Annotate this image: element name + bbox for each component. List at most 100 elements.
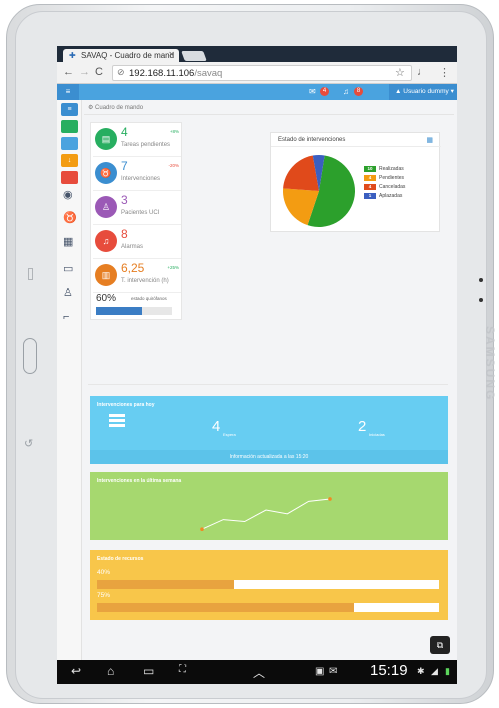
dashboard-icon[interactable]: ◉	[63, 188, 73, 201]
url-host: 192.168.11.106	[129, 68, 195, 79]
stat-delta: +8%	[169, 129, 179, 134]
new-tab-button[interactable]	[181, 51, 207, 61]
espera-count: 4	[212, 418, 221, 435]
sensor-dot	[479, 278, 483, 282]
legend-label: Realizadas	[379, 166, 404, 172]
stat-label: Intervenciones	[121, 176, 161, 182]
data-point[interactable]	[328, 497, 332, 501]
user-doctor-icon[interactable]: ♙	[63, 286, 73, 299]
legend-count: 4	[364, 175, 376, 181]
pie-slice[interactable]	[283, 155, 319, 191]
messages-badge: 4	[320, 87, 329, 96]
stat-value: 8	[121, 227, 128, 241]
legend-count: 10	[364, 166, 376, 172]
stat-tareas[interactable]: ▤ 4 Tareas pendientes +8%	[91, 123, 183, 157]
main-content: ⚙ Cuadro de mando ▤ 4 Tareas pendientes …	[84, 100, 457, 660]
divider	[88, 384, 448, 385]
sensor-slot	[28, 268, 33, 280]
bed-icon[interactable]: ⌐	[63, 311, 69, 323]
chart-icon: ▥	[95, 264, 117, 286]
stat-delta: -20%	[168, 163, 179, 168]
wifi-icon: ✱	[417, 666, 425, 676]
stat-label: T. intervención (h)	[121, 278, 169, 284]
patient-icon: ♙	[95, 196, 117, 218]
user-menu-button[interactable]: ▲ Usuario dummy ▾	[389, 84, 457, 100]
globe-icon: ⊘	[117, 67, 125, 77]
stat-tiempo-intervencion[interactable]: ▥ 6,25 T. intervención (h) +25%	[91, 259, 183, 293]
recent-apps-icon[interactable]: ▭	[143, 664, 154, 678]
monitor-icon[interactable]: ▭	[63, 262, 73, 275]
chevron-up-icon[interactable]: ︿	[253, 664, 265, 681]
battery-icon: ▮	[445, 666, 450, 676]
sidebar-item-red[interactable]	[61, 171, 78, 184]
recurso-label: 75%	[97, 592, 111, 599]
app-header: ≡ ✉ 4 ♫ 8 ▲ Usuario dummy ▾	[57, 84, 457, 100]
close-icon[interactable]: ✕	[168, 50, 175, 59]
recurso-progress	[97, 580, 439, 589]
legend-label: Aplazadas	[379, 193, 403, 199]
breadcrumb-label: Cuadro de mando	[95, 105, 144, 111]
back-hardware-icon[interactable]: ↺	[24, 437, 33, 450]
back-arrow-icon[interactable]: ←	[63, 66, 74, 78]
home-nav-icon[interactable]: ⌂	[107, 664, 114, 678]
signal-icon: ◢	[431, 666, 438, 676]
screenshot-icon[interactable]: ⛶	[179, 664, 186, 675]
sidebar-item-green[interactable]	[61, 120, 78, 133]
legend-count: 1	[364, 193, 376, 199]
stat-value: 7	[121, 159, 128, 173]
legend-label: Canceladas	[379, 184, 406, 190]
quirofanos-progress-fill	[96, 307, 142, 315]
browser-tab[interactable]: ✚ SAVAQ - Cuadro de mand ✕	[63, 49, 179, 62]
calendar-icon[interactable]: ▦	[63, 235, 73, 248]
panel-title: Intervenciones para hoy	[97, 402, 155, 408]
intervenciones-semana-panel: Intervenciones en la última semana	[90, 472, 448, 540]
stat-label: Tareas pendientes	[121, 142, 171, 148]
stat-alarmas[interactable]: ♫ 8 Alarmas	[91, 225, 183, 259]
iniciadas-count: 2	[358, 418, 367, 435]
intervenciones-hoy-panel: Intervenciones para hoy 4 Espera 2 Inici…	[90, 396, 448, 464]
breadcrumb: ⚙ Cuadro de mando	[88, 105, 144, 111]
stat-value: 3	[121, 193, 128, 207]
stat-intervenciones[interactable]: ♉ 7 Intervenciones -20%	[91, 157, 183, 191]
stat-pacientes-uci[interactable]: ♙ 3 Pacientes UCI	[91, 191, 183, 225]
data-point[interactable]	[200, 527, 204, 531]
brand-logo: SAMSUNG	[483, 326, 497, 402]
home-hardware-button[interactable]	[23, 338, 37, 374]
quirofanos-status: 60% estado quirófanos	[91, 293, 183, 319]
menu-toggle-button[interactable]: ≡	[57, 84, 79, 100]
server-icon	[109, 414, 125, 428]
sidebar-item-orange[interactable]: ↓	[61, 154, 78, 167]
user-name: Usuario dummy	[403, 88, 449, 95]
messages-icon[interactable]: ✉	[309, 87, 316, 96]
panel-title: Estado de recursos	[97, 556, 144, 562]
reload-icon[interactable]: C	[95, 66, 103, 78]
address-bar: ← → C ⊘ 192.168.11.106/savaq ☆ ♩ ⋮	[57, 62, 457, 84]
stethoscope-icon[interactable]: ♉	[63, 211, 77, 224]
recurso-progress	[97, 603, 439, 612]
series-line	[201, 498, 331, 530]
gallery-icon: ▣	[315, 666, 325, 677]
card-title: Estado de intervenciones	[271, 133, 441, 147]
stat-label: Pacientes UCI	[121, 210, 160, 216]
favicon-icon: ✚	[69, 51, 76, 60]
bell-icon[interactable]: ♫	[343, 87, 349, 96]
url-input[interactable]: ⊘ 192.168.11.106/savaq	[112, 65, 412, 81]
legend-count: 4	[364, 184, 376, 190]
recursos-panel: Estado de recursos 40% 75%	[90, 550, 448, 620]
calendar-icon[interactable]: ▦	[426, 136, 433, 144]
multi-window-icon[interactable]: ⧉	[430, 636, 450, 654]
star-icon[interactable]: ☆	[395, 66, 405, 79]
intervenciones-pie-card: Estado de intervenciones ▦ 10 Realizadas …	[270, 132, 441, 232]
tab-title: SAVAQ - Cuadro de mand	[81, 51, 175, 60]
menu-dots-icon[interactable]: ⋮	[439, 66, 450, 79]
sidebar-item-home[interactable]: ≡	[61, 103, 78, 116]
browser-tabbar: ✚ SAVAQ - Cuadro de mand ✕	[57, 46, 457, 62]
mic-icon[interactable]: ♩	[417, 66, 428, 78]
recurso-progress-fill	[97, 603, 354, 612]
stats-card: ▤ 4 Tareas pendientes +8% ♉ 7 Intervenci…	[90, 122, 182, 320]
iniciadas-label: Iniciadas	[369, 432, 385, 437]
back-nav-icon[interactable]: ↩	[71, 664, 81, 678]
sidebar-item-blue[interactable]	[61, 137, 78, 150]
espera-label: Espera	[223, 432, 236, 437]
forward-arrow-icon[interactable]: →	[79, 66, 90, 78]
